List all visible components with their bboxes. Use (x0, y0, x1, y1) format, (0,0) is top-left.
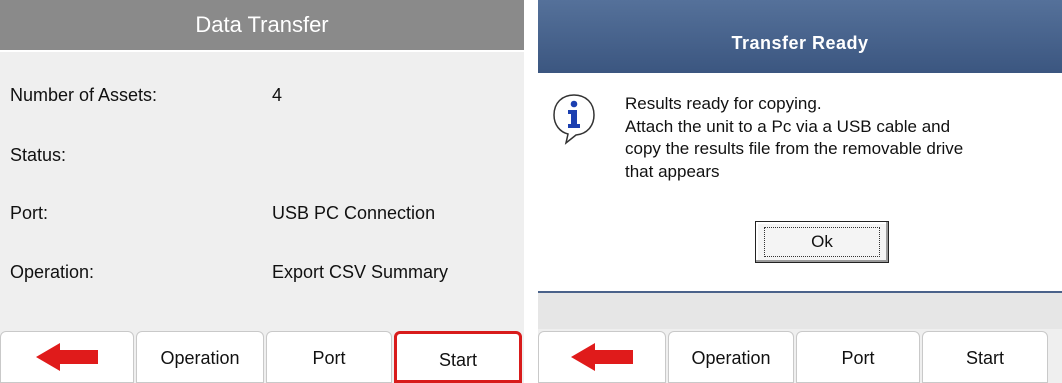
back-button[interactable] (0, 331, 134, 383)
assets-value: 4 (272, 85, 283, 105)
start-button[interactable]: Start (922, 331, 1048, 383)
ok-label: Ok (764, 227, 880, 257)
port-value: USB PC Connection (272, 203, 436, 223)
transfer-ready-screen: Transfer Ready Results ready for copying… (538, 0, 1062, 383)
port-label: Port: (10, 203, 49, 223)
screen-title: Data Transfer (0, 0, 524, 52)
data-transfer-screen: Data Transfer Number of Assets: 4 Status… (0, 0, 524, 383)
message-line: that appears (625, 161, 720, 181)
ok-button[interactable]: Ok (755, 221, 889, 263)
assets-label: Number of Assets: (10, 85, 158, 105)
message-line: Attach the unit to a Pc via a USB cable … (625, 116, 951, 136)
port-button[interactable]: Port (796, 331, 920, 383)
back-arrow-icon (36, 343, 98, 371)
back-button[interactable] (538, 331, 666, 383)
port-button[interactable]: Port (266, 331, 392, 383)
operation-value: Export CSV Summary (272, 262, 449, 282)
footer-toolbar: Operation Port Start (538, 331, 1062, 383)
dialog-title: Transfer Ready (538, 0, 1062, 73)
operation-button[interactable]: Operation (136, 331, 264, 383)
dialog-footer-strip (538, 293, 1062, 329)
dialog-message: Results ready for copying. Attach the un… (625, 93, 1062, 183)
start-button[interactable]: Start (394, 331, 522, 383)
status-label: Status: (10, 145, 67, 165)
operation-label: Operation: (10, 262, 95, 282)
message-line: copy the results file from the removable… (625, 139, 964, 158)
message-line: Results ready for copying. (625, 94, 822, 113)
info-icon (553, 94, 595, 145)
transfer-ready-dialog: Results ready for copying. Attach the un… (538, 73, 1062, 293)
footer-toolbar: Operation Port Start (0, 331, 524, 383)
operation-button[interactable]: Operation (668, 331, 794, 383)
back-arrow-icon (571, 343, 633, 371)
